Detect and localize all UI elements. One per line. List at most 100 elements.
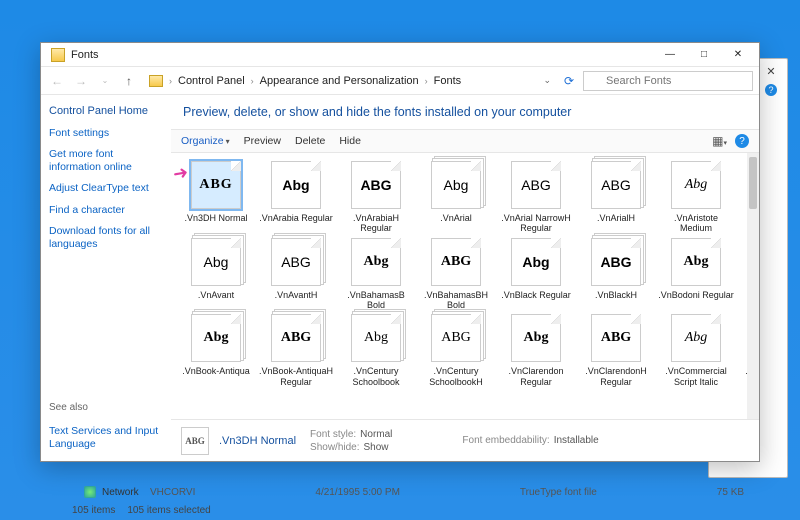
sidebar-link-font-settings[interactable]: Font settings bbox=[49, 127, 163, 140]
font-thumb: ABG bbox=[351, 161, 401, 209]
font-label: .VnBlackH bbox=[595, 290, 637, 310]
font-label: .VnBook-Antiqua bbox=[182, 366, 250, 386]
sidebar: Control Panel Home Font settings Get mor… bbox=[41, 95, 171, 461]
font-label: .VnAvant bbox=[198, 290, 234, 310]
font-tile[interactable]: Abg .VnCentury Schoolbook bbox=[337, 314, 415, 387]
sidebar-header[interactable]: Control Panel Home bbox=[49, 105, 163, 117]
sidebar-link-text-services[interactable]: Text Services and Input Language bbox=[49, 425, 163, 451]
font-grid[interactable]: ABG.Vn3DH Normal Abg .VnArabia Regular ABG.… bbox=[171, 153, 759, 391]
font-tile[interactable]: ABG.VnBahamasBH Bold bbox=[417, 238, 495, 311]
font-sample: Abg bbox=[444, 178, 469, 192]
bg-close-icon: ✕ bbox=[765, 65, 777, 78]
font-sample: Abg bbox=[282, 178, 309, 192]
font-sample: ABG bbox=[521, 178, 551, 192]
font-tile[interactable]: ABG.VnArial NarrowH Regular bbox=[497, 161, 575, 234]
details-style-key: Font style: bbox=[310, 429, 356, 440]
font-sample: ABG bbox=[441, 255, 471, 269]
minimize-button[interactable]: — bbox=[653, 45, 687, 65]
font-sample: ABG bbox=[441, 331, 471, 345]
font-tile[interactable]: ABG.VnBook-AntiquaH Regular bbox=[257, 314, 335, 387]
font-label: .VnAvantH bbox=[275, 290, 318, 310]
sidebar-link-download-fonts[interactable]: Download fonts for all languages bbox=[49, 225, 163, 251]
delete-button[interactable]: Delete bbox=[295, 135, 325, 147]
font-thumb: Abg bbox=[351, 314, 401, 362]
details-font-name: .Vn3DH Normal bbox=[219, 435, 296, 447]
scrollbar[interactable] bbox=[747, 153, 759, 419]
preview-button[interactable]: Preview bbox=[244, 135, 281, 147]
sidebar-link-find-character[interactable]: Find a character bbox=[49, 204, 163, 217]
font-tile[interactable]: Abg .VnBahamasB Bold bbox=[337, 238, 415, 311]
font-sample: ABG bbox=[360, 178, 391, 192]
font-thumb: Abg bbox=[431, 161, 481, 209]
refresh-button[interactable]: ⟳ bbox=[559, 74, 579, 88]
font-label: .VnBook-AntiquaH Regular bbox=[258, 366, 334, 387]
maximize-button[interactable]: □ bbox=[687, 45, 721, 65]
font-label: .VnCentury Schoolbook bbox=[338, 366, 414, 387]
bg-row-type: TrueType font file bbox=[520, 487, 597, 498]
recent-dropdown-icon[interactable]: ⌄ bbox=[95, 71, 115, 91]
breadcrumb-seg-2[interactable]: Fonts bbox=[432, 73, 464, 89]
help-icon[interactable]: ? bbox=[735, 134, 749, 148]
font-sample: ABG bbox=[601, 331, 631, 345]
sidebar-link-cleartype[interactable]: Adjust ClearType text bbox=[49, 182, 163, 195]
view-options-icon[interactable]: ▦▾ bbox=[712, 134, 727, 148]
font-tile[interactable]: ABG.VnClarendonH Regular bbox=[577, 314, 655, 387]
font-tile[interactable]: ABG.VnCentury SchoolbookH bbox=[417, 314, 495, 387]
font-tile[interactable]: Abg.VnAristote Medium bbox=[657, 161, 735, 234]
font-tile[interactable]: ABG .VnArialH bbox=[577, 161, 655, 234]
fonts-window: Fonts — □ ✕ ← → ⌄ ↑ › Control Panel › Ap… bbox=[40, 42, 760, 462]
titlebar[interactable]: Fonts — □ ✕ bbox=[41, 43, 759, 67]
font-tile[interactable]: ABG .VnAvantH bbox=[257, 238, 335, 311]
font-tile[interactable]: Abg.VnClarendon Regular bbox=[497, 314, 575, 387]
sidebar-link-more-info[interactable]: Get more font information online bbox=[49, 148, 163, 174]
details-showhide-val: Show bbox=[364, 442, 389, 453]
font-label: .VnArabiaH Regular bbox=[338, 213, 414, 234]
hide-button[interactable]: Hide bbox=[339, 135, 361, 147]
font-tile[interactable]: Abg.VnBlack Regular bbox=[497, 238, 575, 311]
folder-icon bbox=[149, 75, 163, 87]
font-thumb: Abg bbox=[511, 314, 561, 362]
font-thumb: Abg bbox=[351, 238, 401, 286]
font-sample: ABG bbox=[281, 255, 311, 269]
font-sample: Abg bbox=[522, 255, 549, 269]
font-sample: Abg bbox=[685, 331, 708, 345]
font-sample: ABG bbox=[601, 178, 631, 192]
chevron-down-icon: ▾ bbox=[226, 137, 230, 146]
font-thumb: Abg bbox=[671, 161, 721, 209]
font-label: .VnArialH bbox=[597, 213, 635, 233]
search-input[interactable] bbox=[583, 71, 753, 91]
network-icon bbox=[84, 486, 96, 498]
bg-status-selected: 105 items selected bbox=[127, 505, 210, 516]
font-tile[interactable]: ABG .VnArabiaH Regular bbox=[337, 161, 415, 234]
chevron-right-icon: › bbox=[169, 76, 172, 86]
font-thumb: ABG bbox=[511, 161, 561, 209]
bg-network-item: Network bbox=[84, 486, 139, 498]
font-tile[interactable]: Abg.VnCommercial Script Italic bbox=[657, 314, 735, 387]
font-label: .VnArabia Regular bbox=[259, 213, 333, 233]
bg-help-icon: ? bbox=[765, 84, 777, 96]
font-tile[interactable]: Abg.VnAvant bbox=[177, 238, 255, 311]
font-tile[interactable]: Abg.VnBook-Antiqua bbox=[177, 314, 255, 387]
font-tile[interactable]: Abg .VnArabia Regular bbox=[257, 161, 335, 234]
address-dropdown-icon[interactable]: ⌄ bbox=[539, 75, 555, 86]
scrollbar-thumb[interactable] bbox=[749, 157, 757, 209]
font-tile[interactable]: ABG.Vn3DH Normal bbox=[177, 161, 255, 234]
font-label: .VnBahamasB Bold bbox=[338, 290, 414, 311]
font-tile[interactable]: ABG .VnBlackH bbox=[577, 238, 655, 311]
organize-button[interactable]: Organize▾ bbox=[181, 135, 230, 147]
font-tile[interactable]: Abg.VnBodoni Regular bbox=[657, 238, 735, 311]
font-sample: Abg bbox=[684, 255, 709, 269]
font-thumb: ABG bbox=[591, 161, 641, 209]
font-tile[interactable]: Abg.VnArial bbox=[417, 161, 495, 234]
breadcrumb-seg-0[interactable]: Control Panel bbox=[176, 73, 247, 89]
font-sample: Abg bbox=[364, 331, 388, 345]
close-button[interactable]: ✕ bbox=[721, 45, 755, 65]
font-thumb: ABG bbox=[431, 238, 481, 286]
up-button[interactable]: ↑ bbox=[119, 71, 139, 91]
details-embed-val: Installable bbox=[554, 435, 599, 446]
back-button[interactable]: ← bbox=[47, 71, 67, 91]
font-thumb: ABG bbox=[591, 238, 641, 286]
forward-button[interactable]: → bbox=[71, 71, 91, 91]
breadcrumb[interactable]: › Control Panel › Appearance and Persona… bbox=[149, 73, 463, 89]
breadcrumb-seg-1[interactable]: Appearance and Personalization bbox=[258, 73, 421, 89]
